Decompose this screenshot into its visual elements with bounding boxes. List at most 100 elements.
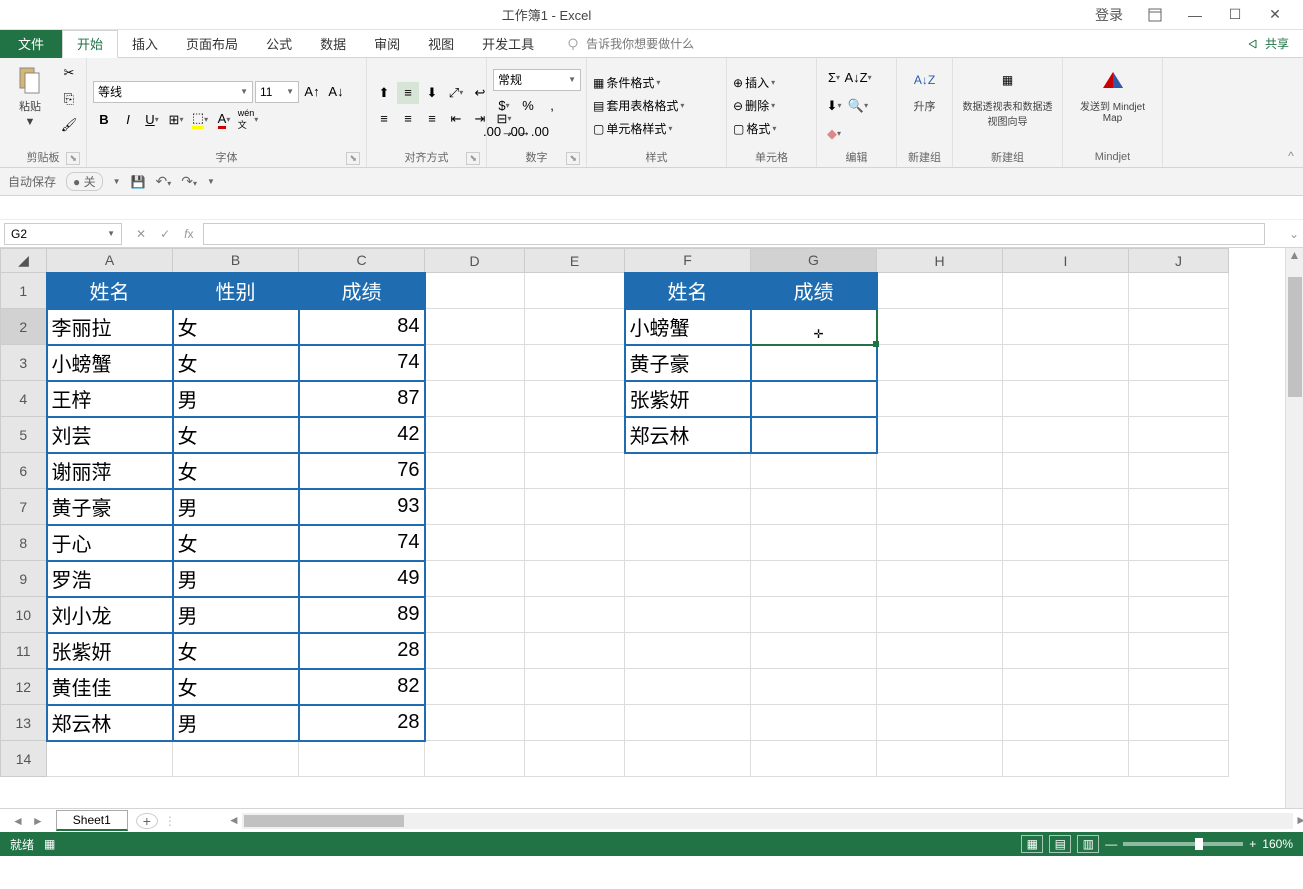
select-all-corner[interactable]: ◢: [1, 249, 47, 273]
row-header-13[interactable]: 13: [1, 705, 47, 741]
expand-formula-bar[interactable]: ⌄: [1285, 227, 1303, 241]
decrease-font-button[interactable]: A↓: [325, 81, 347, 103]
cell-C2[interactable]: 84: [299, 309, 425, 345]
macro-record-icon[interactable]: ▦: [44, 837, 55, 851]
close-button[interactable]: ✕: [1255, 0, 1295, 30]
align-center-button[interactable]: ≡: [397, 108, 419, 130]
cell-G1[interactable]: 成绩: [751, 273, 877, 309]
align-bottom-button[interactable]: ⬇: [421, 82, 443, 104]
format-cells-button[interactable]: ▢格式▾: [733, 120, 776, 137]
align-right-button[interactable]: ≡: [421, 108, 443, 130]
border-button[interactable]: ⊞▾: [165, 109, 187, 131]
sheet-tab-sheet1[interactable]: Sheet1: [56, 810, 128, 831]
formula-cancel-button[interactable]: ✕: [136, 227, 146, 241]
qat-dropdown[interactable]: ▼: [113, 177, 121, 186]
cell-D2[interactable]: [425, 309, 525, 345]
cell-C11[interactable]: 28: [299, 633, 425, 669]
ribbon-options-icon[interactable]: [1135, 0, 1175, 30]
cell-B6[interactable]: 女: [173, 453, 299, 489]
italic-button[interactable]: I: [117, 109, 139, 131]
col-header-A[interactable]: A: [47, 249, 173, 273]
paste-button[interactable]: 粘贴 ▼: [6, 62, 54, 130]
tab-home[interactable]: 开始: [62, 30, 118, 58]
cell-A7[interactable]: 黄子豪: [47, 489, 173, 525]
cell-B4[interactable]: 男: [173, 381, 299, 417]
phonetic-button[interactable]: wén文▾: [237, 109, 259, 131]
percent-button[interactable]: %: [517, 95, 539, 117]
cell-A3[interactable]: 小螃蟹: [47, 345, 173, 381]
row-header-6[interactable]: 6: [1, 453, 47, 489]
cell-B7[interactable]: 男: [173, 489, 299, 525]
save-button[interactable]: 💾: [131, 175, 146, 189]
col-header-D[interactable]: D: [425, 249, 525, 273]
font-name-combo[interactable]: 等线▼: [93, 81, 253, 103]
cell-J1[interactable]: [1129, 273, 1229, 309]
sort-asc-button[interactable]: A↓Z升序: [903, 62, 946, 116]
cell-A10[interactable]: 刘小龙: [47, 597, 173, 633]
qat-customize[interactable]: ▼: [207, 177, 215, 186]
cell-F2[interactable]: 小螃蟹: [625, 309, 751, 345]
col-header-J[interactable]: J: [1129, 249, 1229, 273]
cell-C4[interactable]: 87: [299, 381, 425, 417]
cell-A12[interactable]: 黄佳佳: [47, 669, 173, 705]
decrease-indent-button[interactable]: ⇤: [445, 108, 467, 130]
cell-A9[interactable]: 罗浩: [47, 561, 173, 597]
tab-file[interactable]: 文件: [0, 30, 62, 58]
cell-G5[interactable]: [751, 417, 877, 453]
cell-A1[interactable]: 姓名: [47, 273, 173, 309]
sheet-nav-prev[interactable]: ◄: [12, 814, 24, 828]
row-header-5[interactable]: 5: [1, 417, 47, 453]
maximize-button[interactable]: ☐: [1215, 0, 1255, 30]
row-header-12[interactable]: 12: [1, 669, 47, 705]
cell-A4[interactable]: 王梓: [47, 381, 173, 417]
col-header-B[interactable]: B: [173, 249, 299, 273]
cell-C7[interactable]: 93: [299, 489, 425, 525]
underline-button[interactable]: U▾: [141, 109, 163, 131]
cell-B1[interactable]: 性别: [173, 273, 299, 309]
copy-button[interactable]: ⎘: [58, 88, 80, 110]
tab-layout[interactable]: 页面布局: [172, 30, 252, 58]
insert-function-button[interactable]: fx: [184, 227, 193, 241]
add-sheet-button[interactable]: +: [136, 813, 158, 829]
increase-font-button[interactable]: A↑: [301, 81, 323, 103]
align-left-button[interactable]: ≡: [373, 108, 395, 130]
share-button[interactable]: 共享: [1247, 35, 1303, 52]
tab-formulas[interactable]: 公式: [252, 30, 306, 58]
col-header-C[interactable]: C: [299, 249, 425, 273]
align-top-button[interactable]: ⬆: [373, 82, 395, 104]
row-header-11[interactable]: 11: [1, 633, 47, 669]
number-format-combo[interactable]: 常规▼: [493, 69, 581, 91]
currency-button[interactable]: $▾: [493, 95, 515, 117]
cell-B3[interactable]: 女: [173, 345, 299, 381]
cell-A2[interactable]: 李丽拉: [47, 309, 173, 345]
cell-B11[interactable]: 女: [173, 633, 299, 669]
cell-E1[interactable]: [525, 273, 625, 309]
row-header-7[interactable]: 7: [1, 489, 47, 525]
fill-color-button[interactable]: ⬚▾: [189, 109, 211, 131]
tab-view[interactable]: 视图: [414, 30, 468, 58]
tab-data[interactable]: 数据: [306, 30, 360, 58]
sort-filter-button[interactable]: A↓Z▾: [847, 67, 869, 89]
row-header-14[interactable]: 14: [1, 741, 47, 777]
sheet-nav-next[interactable]: ►: [32, 814, 44, 828]
col-header-I[interactable]: I: [1003, 249, 1129, 273]
cell-G3[interactable]: [751, 345, 877, 381]
zoom-slider[interactable]: [1123, 842, 1243, 846]
undo-button[interactable]: ↶▾: [156, 173, 172, 190]
vertical-scrollbar[interactable]: ▲: [1285, 248, 1303, 808]
format-as-table-button[interactable]: ▤套用表格格式▾: [593, 97, 684, 114]
col-header-H[interactable]: H: [877, 249, 1003, 273]
cell-B5[interactable]: 女: [173, 417, 299, 453]
cell-A5[interactable]: 刘芸: [47, 417, 173, 453]
tab-insert[interactable]: 插入: [118, 30, 172, 58]
row-header-1[interactable]: 1: [1, 273, 47, 309]
row-header-10[interactable]: 10: [1, 597, 47, 633]
cell-B8[interactable]: 女: [173, 525, 299, 561]
cell-J2[interactable]: [1129, 309, 1229, 345]
cell-F4[interactable]: 张紫妍: [625, 381, 751, 417]
page-layout-view-button[interactable]: ▤: [1049, 835, 1071, 853]
dialog-launcher[interactable]: ⬊: [566, 152, 580, 165]
font-color-button[interactable]: A▾: [213, 109, 235, 131]
dialog-launcher[interactable]: ⬊: [66, 152, 80, 165]
cell-I2[interactable]: [1003, 309, 1129, 345]
